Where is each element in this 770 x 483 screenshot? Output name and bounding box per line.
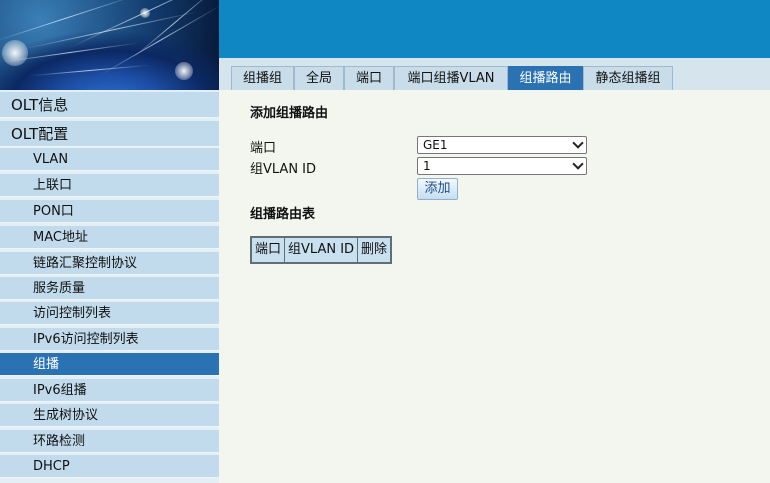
sidebar-item-stp[interactable]: 生成树协议 (0, 404, 219, 427)
port-select-value: GE1 (423, 138, 448, 152)
tab-port-multicast-vlan[interactable]: 端口组播VLAN (394, 66, 508, 90)
sidebar-item-qos[interactable]: 服务质量 (0, 277, 219, 300)
tab-global[interactable]: 全局 (294, 66, 344, 90)
main-content: 添加组播路由 端口 GE1 组VLAN ID 1 添加 组播路由表 端口 组VL… (219, 90, 770, 483)
table-header-row: 端口 组VLAN ID 删除 (250, 236, 392, 264)
sidebar-item-lacp[interactable]: 链路汇聚控制协议 (0, 252, 219, 275)
sidebar-item-vlan[interactable]: VLAN (0, 148, 219, 171)
sidebar-item-dhcp[interactable]: DHCP (0, 455, 219, 478)
route-table: 端口 组VLAN ID 删除 (250, 236, 393, 264)
tab-multicast-route[interactable]: 组播路由 (508, 66, 583, 90)
sidebar-item-mac-address[interactable]: MAC地址 (0, 226, 219, 249)
column-group-vlan-id: 组VLAN ID (284, 236, 359, 264)
sidebar-item-loop-detect[interactable]: 环路检测 (0, 430, 219, 453)
column-port: 端口 (250, 236, 286, 264)
chevron-down-icon (572, 158, 584, 170)
sidebar-item-uplink[interactable]: 上联口 (0, 174, 219, 197)
banner-image (0, 0, 219, 90)
sidebar: OLT信息 OLT配置 VLAN 上联口 PON口 MAC地址 链路汇聚控制协议… (0, 90, 219, 483)
port-select[interactable]: GE1 (417, 136, 587, 154)
sidebar-item-olt-info[interactable]: OLT信息 (0, 92, 219, 118)
sidebar-item-multicast[interactable]: 组播 (0, 353, 219, 376)
tab-multicast-group[interactable]: 组播组 (231, 66, 294, 90)
vlan-label: 组VLAN ID (250, 162, 317, 177)
route-table-heading: 组播路由表 (250, 207, 316, 222)
sidebar-item-pon-port[interactable]: PON口 (0, 200, 219, 223)
add-route-heading: 添加组播路由 (250, 106, 329, 121)
tab-static-multicast-group[interactable]: 静态组播组 (583, 66, 673, 90)
top-bar (219, 0, 770, 58)
tab-port[interactable]: 端口 (344, 66, 394, 90)
vlan-select[interactable]: 1 (417, 157, 587, 175)
add-button[interactable]: 添加 (417, 178, 458, 200)
sidebar-item-ipv6-acl[interactable]: IPv6访问控制列表 (0, 328, 219, 351)
chevron-down-icon (572, 137, 584, 149)
sidebar-item-acl[interactable]: 访问控制列表 (0, 302, 219, 325)
sidebar-item-olt-config[interactable]: OLT配置 (0, 121, 219, 147)
vlan-select-value: 1 (423, 159, 431, 173)
column-delete: 删除 (357, 236, 392, 264)
sidebar-item-ipv6-multicast[interactable]: IPv6组播 (0, 379, 219, 402)
port-label: 端口 (250, 141, 277, 156)
